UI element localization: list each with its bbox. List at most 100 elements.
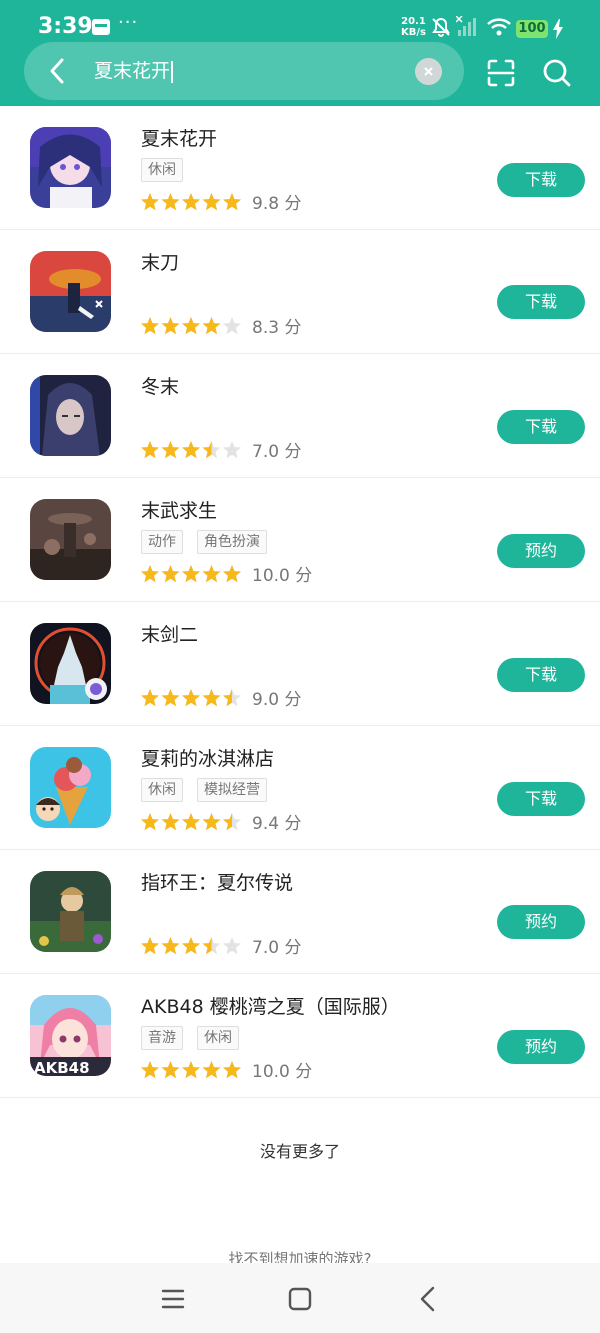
tag-list: 休闲 [141, 158, 197, 182]
score: 9.0 分 [252, 690, 302, 710]
svg-text:AKB48: AKB48 [34, 1059, 90, 1076]
star-filled-icon [161, 565, 180, 583]
tag: 休闲 [141, 778, 183, 802]
list-item[interactable]: 冬末 7.0 分 下载 [0, 354, 600, 478]
score: 10.0 分 [252, 1062, 313, 1082]
scan-icon[interactable] [486, 58, 516, 88]
tag: 角色扮演 [197, 530, 267, 554]
download-button[interactable]: 下载 [497, 163, 585, 197]
star-filled-icon [202, 565, 221, 583]
star-filled-icon [181, 937, 201, 955]
star-filled-icon [161, 1061, 180, 1079]
app-icon [30, 499, 111, 580]
star-filled-icon [161, 689, 180, 707]
star-filled-icon [161, 317, 180, 335]
search-bar[interactable] [24, 42, 464, 100]
menu-icon[interactable] [158, 1284, 188, 1314]
star-filled-icon [161, 813, 180, 831]
list-item[interactable]: 末刀 8.3 分 下载 [0, 230, 600, 354]
clear-search-icon[interactable] [415, 58, 442, 85]
app-icon [30, 251, 111, 332]
star-filled-icon [202, 1061, 221, 1079]
tag-list: 动作 角色扮演 [141, 530, 281, 554]
tag-list: 休闲 模拟经营 [141, 778, 281, 802]
download-button[interactable]: 下载 [497, 782, 585, 816]
network-speed: 20.1 KB/s [401, 16, 426, 38]
tag: 音游 [141, 1026, 183, 1050]
star-filled-icon [181, 1061, 201, 1079]
list-item[interactable]: 夏莉的冰淇淋店 休闲 模拟经营 9.4 分 下载 [0, 726, 600, 850]
app-name[interactable]: 末剑二 [141, 620, 198, 647]
app-name[interactable]: 指环王：夏尔传说 [141, 868, 293, 895]
app-icon [30, 375, 111, 456]
battery-level: 100 [516, 20, 548, 38]
app-name[interactable]: 夏末花开 [141, 124, 217, 151]
star-filled-icon [202, 193, 221, 211]
app-icon [30, 127, 111, 208]
star-filled-icon [161, 937, 180, 955]
star-rating [140, 1061, 242, 1079]
score: 7.0 分 [252, 938, 302, 958]
score: 9.8 分 [252, 194, 302, 214]
search-icon[interactable] [542, 58, 572, 88]
charging-icon [553, 19, 563, 39]
score: 9.4 分 [252, 814, 302, 834]
star-filled-icon [222, 193, 242, 211]
star-filled-icon [140, 1061, 160, 1079]
cellular-signal-icon [456, 16, 476, 36]
download-button[interactable]: 下载 [497, 410, 585, 444]
reserve-button[interactable]: 预约 [497, 905, 585, 939]
app-name[interactable]: 末武求生 [141, 496, 217, 523]
wifi-icon [487, 18, 511, 36]
app-icon [30, 871, 111, 952]
home-icon[interactable] [285, 1284, 315, 1314]
back-arrow-icon[interactable] [46, 56, 68, 86]
list-item[interactable]: 末剑二 9.0 分 下载 [0, 602, 600, 726]
download-button[interactable]: 下载 [497, 285, 585, 319]
star-filled-icon [140, 937, 160, 955]
tag: 动作 [141, 530, 183, 554]
tag: 休闲 [197, 1026, 239, 1050]
app-name[interactable]: 冬末 [141, 372, 179, 399]
list-item[interactable]: AKB48 AKB48 樱桃湾之夏（国际服） 音游 休闲 10.0 分 预约 [0, 974, 600, 1098]
star-filled-icon [140, 193, 160, 211]
star-filled-icon [140, 441, 160, 459]
score: 8.3 分 [252, 318, 302, 338]
mute-icon [432, 17, 450, 37]
reserve-button[interactable]: 预约 [497, 1030, 585, 1064]
app-name[interactable]: AKB48 樱桃湾之夏（国际服） [141, 992, 400, 1019]
star-rating [140, 193, 242, 211]
search-input[interactable]: 夏末花开 [94, 58, 173, 84]
text-cursor [171, 60, 173, 83]
app-name[interactable]: 夏莉的冰淇淋店 [141, 744, 274, 771]
star-filled-icon [140, 565, 160, 583]
end-of-list-text: 没有更多了 [259, 1142, 340, 1161]
star-rating [140, 565, 242, 583]
star-filled-icon [161, 441, 180, 459]
clock: 3:39 [38, 14, 93, 39]
star-filled-icon [181, 689, 201, 707]
star-filled-icon [202, 813, 221, 831]
star-filled-icon [202, 317, 221, 335]
notification-icon [92, 19, 110, 35]
star-filled-icon [202, 689, 221, 707]
download-button[interactable]: 下载 [497, 658, 585, 692]
star-rating [140, 317, 242, 335]
star-filled-icon [181, 317, 201, 335]
list-item[interactable]: 末武求生 动作 角色扮演 10.0 分 预约 [0, 478, 600, 602]
reserve-button[interactable]: 预约 [497, 534, 585, 568]
back-icon[interactable] [413, 1284, 443, 1314]
star-filled-icon [222, 565, 242, 583]
app-icon [30, 747, 111, 828]
app-icon [30, 623, 111, 704]
tag: 休闲 [141, 158, 183, 182]
star-empty-icon [222, 317, 242, 335]
list-item[interactable]: 指环王：夏尔传说 7.0 分 预约 [0, 850, 600, 974]
app-name[interactable]: 末刀 [141, 248, 179, 275]
list-item[interactable]: 夏末花开 休闲 9.8 分 下载 [0, 106, 600, 230]
score: 10.0 分 [252, 566, 313, 586]
star-rating [140, 689, 242, 707]
score: 7.0 分 [252, 442, 302, 462]
star-filled-icon [222, 1061, 242, 1079]
tag: 模拟经营 [197, 778, 267, 802]
